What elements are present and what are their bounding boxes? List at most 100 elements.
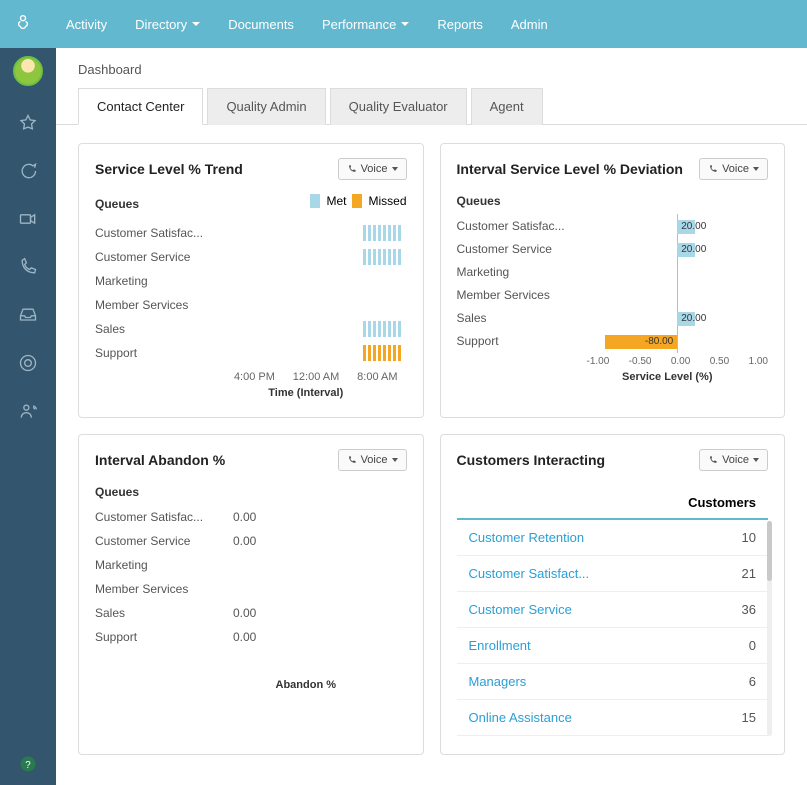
- customer-count: 6: [647, 664, 768, 700]
- customer-link[interactable]: Customer Retention: [469, 530, 585, 545]
- caret-down-icon: [753, 167, 759, 171]
- deviation-row: Member Services: [457, 283, 769, 306]
- deviation-row: Marketing: [457, 260, 769, 283]
- queue-label: Marketing: [457, 265, 587, 279]
- card-service-level-deviation: Interval Service Level % Deviation Voice…: [440, 143, 786, 418]
- abandon-row: Marketing: [95, 553, 407, 577]
- customer-link[interactable]: Online Assistance: [469, 710, 572, 725]
- caret-down-icon: [753, 458, 759, 462]
- lifebuoy-icon[interactable]: [17, 352, 39, 374]
- nav-admin[interactable]: Admin: [497, 17, 562, 32]
- nav-directory[interactable]: Directory: [121, 17, 214, 32]
- scrollbar-thumb[interactable]: [767, 521, 772, 581]
- abandon-row: Member Services: [95, 577, 407, 601]
- legend-met-label: Met: [326, 194, 346, 208]
- nav-performance[interactable]: Performance: [308, 17, 423, 32]
- bar-zone: [225, 321, 407, 337]
- card-header: Customers Interacting Voice: [457, 449, 769, 471]
- deviation-row: Customer Satisfac...20.00: [457, 214, 769, 237]
- card-header: Interval Abandon % Voice: [95, 449, 407, 471]
- chat-icon[interactable]: [17, 160, 39, 182]
- queue-label: Customer Satisfac...: [95, 226, 225, 240]
- deviation-row: Sales20.00: [457, 306, 769, 329]
- deviation-bar-area: 20.00: [587, 310, 769, 326]
- bar-met: [363, 225, 401, 241]
- customer-link[interactable]: Customer Service: [469, 602, 572, 617]
- voice-dropdown-button[interactable]: Voice: [338, 158, 407, 180]
- tab-agent[interactable]: Agent: [471, 88, 543, 125]
- bar-zone: [225, 225, 407, 241]
- x-tick: 12:00 AM: [293, 371, 339, 383]
- deviation-xaxis-label: Service Level (%): [457, 371, 769, 383]
- inbox-icon[interactable]: [17, 304, 39, 326]
- abandon-chart-rows: Customer Satisfac...0.00 Customer Service…: [95, 505, 407, 649]
- card-title: Customers Interacting: [457, 452, 606, 468]
- phone-icon[interactable]: [17, 256, 39, 278]
- phone-icon: [708, 455, 718, 465]
- trend-xaxis-label: Time (Interval): [95, 387, 407, 399]
- user-avatar[interactable]: [13, 56, 43, 86]
- dashboard-grid: Service Level % Trend Voice Queues Met: [56, 125, 807, 773]
- customer-link[interactable]: Managers: [469, 674, 527, 689]
- legend: Met Missed: [310, 194, 406, 208]
- card-customers-interacting: Customers Interacting Voice Customers: [440, 434, 786, 755]
- app-frame: Activity Directory Documents Performance…: [0, 0, 807, 785]
- customer-link[interactable]: Customer Satisfact...: [469, 566, 590, 581]
- queues-header: Queues Met Missed: [95, 194, 407, 217]
- video-icon[interactable]: [17, 208, 39, 230]
- x-tick: 1.00: [749, 356, 768, 367]
- bar-met: [363, 249, 401, 265]
- deviation-chart-rows: Customer Satisfac...20.00Customer Servic…: [457, 214, 769, 352]
- voice-dropdown-button[interactable]: Voice: [699, 449, 768, 471]
- tab-quality-admin[interactable]: Quality Admin: [207, 88, 325, 125]
- card-interval-abandon: Interval Abandon % Voice Queues Customer…: [78, 434, 424, 755]
- nav-activity[interactable]: Activity: [52, 17, 121, 32]
- queue-row: Sales: [95, 317, 407, 341]
- column-header-blank: [457, 485, 647, 519]
- table-row: Customer Service36: [457, 592, 769, 628]
- deviation-bar-positive: 20.00: [677, 243, 695, 257]
- table-scrollbar[interactable]: [767, 521, 772, 736]
- tab-label: Quality Admin: [226, 99, 306, 114]
- bar-missed: [363, 345, 401, 361]
- voice-label: Voice: [722, 163, 749, 175]
- agent-icon[interactable]: [17, 400, 39, 422]
- tab-label: Agent: [490, 99, 524, 114]
- voice-dropdown-button[interactable]: Voice: [699, 158, 768, 180]
- x-tick: 4:00 PM: [234, 371, 275, 383]
- tab-contact-center[interactable]: Contact Center: [78, 88, 203, 125]
- zero-line: [677, 329, 678, 353]
- card-title: Service Level % Trend: [95, 161, 243, 177]
- queue-label: Customer Service: [95, 534, 225, 548]
- caret-down-icon: [401, 22, 409, 26]
- customer-link[interactable]: Enrollment: [469, 638, 531, 653]
- breadcrumb: Dashboard: [56, 48, 807, 87]
- x-tick: 8:00 AM: [357, 371, 397, 383]
- column-header-customers: Customers: [647, 485, 768, 519]
- trend-chart-rows: Customer Satisfac...Customer ServiceMark…: [95, 221, 407, 365]
- help-icon[interactable]: ?: [17, 753, 39, 775]
- queue-label: Sales: [95, 322, 225, 336]
- nav-label: Performance: [322, 17, 396, 32]
- queue-label: Customer Satisfac...: [457, 219, 587, 233]
- card-title: Interval Service Level % Deviation: [457, 161, 683, 177]
- queue-label: Member Services: [95, 582, 225, 596]
- zero-line: [677, 260, 678, 284]
- deviation-row: Support-80.00: [457, 329, 769, 352]
- queue-row: Customer Service: [95, 245, 407, 269]
- bar-zone: [225, 345, 407, 361]
- nav-label: Documents: [228, 17, 294, 32]
- nav-documents[interactable]: Documents: [214, 17, 308, 32]
- queue-row: Support: [95, 341, 407, 365]
- card-header: Service Level % Trend Voice: [95, 158, 407, 180]
- customers-table: Customers Customer Retention10Customer S…: [457, 485, 769, 736]
- abandon-row: Customer Satisfac...0.00: [95, 505, 407, 529]
- bar-zone: [225, 249, 407, 265]
- queue-row: Member Services: [95, 293, 407, 317]
- queue-label: Support: [457, 334, 587, 348]
- nav-reports[interactable]: Reports: [423, 17, 497, 32]
- deviation-bar-area: -80.00: [587, 333, 769, 349]
- favorites-icon[interactable]: [17, 112, 39, 134]
- voice-dropdown-button[interactable]: Voice: [338, 449, 407, 471]
- tab-quality-evaluator[interactable]: Quality Evaluator: [330, 88, 467, 125]
